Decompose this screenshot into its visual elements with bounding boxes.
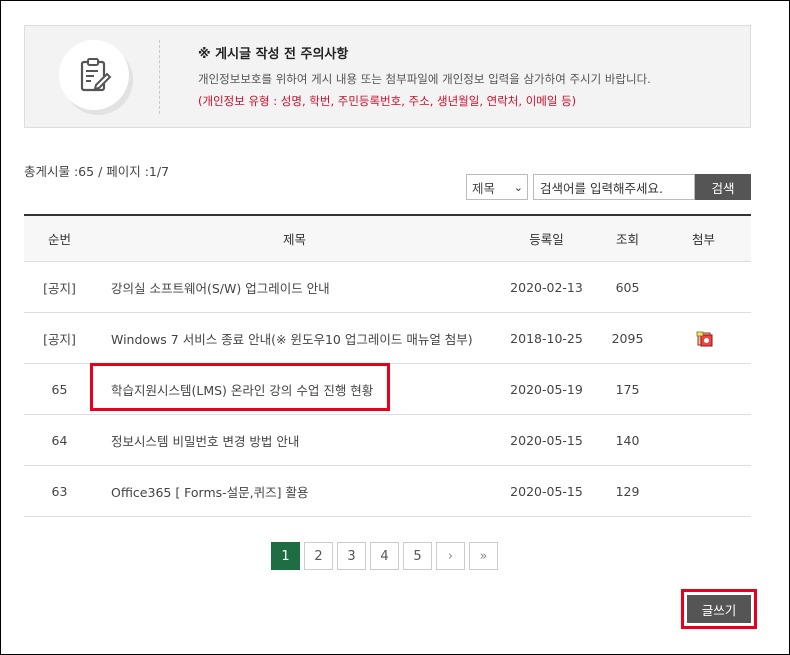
page-button-2[interactable]: 2: [304, 542, 333, 570]
page-button-5[interactable]: 5: [403, 542, 432, 570]
row-no: 65: [51, 381, 68, 397]
search-button[interactable]: 검색: [695, 174, 751, 200]
row-date: 2020-05-15: [510, 483, 583, 499]
write-post-button[interactable]: 글쓰기: [687, 595, 751, 623]
header-attach: 첨부: [691, 232, 715, 247]
page-button-4[interactable]: 4: [370, 542, 399, 570]
table-row[interactable]: 63 Office365 [ Forms-설문,퀴즈] 활용 2020-05-1…: [24, 466, 751, 517]
row-no: 63: [51, 483, 68, 499]
header-no: 순번: [47, 232, 71, 247]
page-button-1[interactable]: 1: [271, 542, 300, 570]
search-input[interactable]: 검색어를 입력해주세요.: [533, 174, 695, 200]
pagination: 1 2 3 4 5 › »: [271, 542, 498, 570]
notice-box: ※ 게시글 작성 전 주의사항 개인정보보호를 위하여 게시 내용 또는 첨부파…: [24, 25, 751, 128]
page-button-3[interactable]: 3: [337, 542, 366, 570]
row-no: [공지]: [43, 331, 76, 347]
board-table: 순번 제목 등록일 조회 첨부 [공지] 강의실 소프트웨어(S/W) 업그레이…: [24, 214, 751, 517]
last-page-button[interactable]: »: [469, 542, 498, 570]
notice-privacy-types: (개인정보 유형 : 성명, 학번, 주민등록번호, 주소, 생년월일, 연락처…: [198, 94, 577, 108]
row-attach: [656, 331, 751, 347]
chevron-down-icon: ⌄: [513, 180, 523, 194]
row-no: 64: [51, 432, 68, 448]
row-views: 129: [615, 483, 640, 499]
next-page-button[interactable]: ›: [436, 542, 465, 570]
row-no: [공지]: [43, 280, 76, 296]
row-date: 2020-05-19: [510, 381, 583, 397]
table-row[interactable]: 65 학습지원시스템(LMS) 온라인 강의 수업 진행 현황 2020-05-…: [24, 364, 751, 415]
header-date: 등록일: [529, 232, 564, 247]
row-title-link[interactable]: 정보시스템 비밀번호 변경 방법 안내: [95, 431, 494, 450]
row-date: 2020-05-15: [510, 432, 583, 448]
row-views: 140: [615, 432, 640, 448]
attachment-file-icon[interactable]: [696, 331, 712, 347]
header-title: 제목: [282, 232, 306, 247]
table-row[interactable]: [공지] Windows 7 서비스 종료 안내(※ 윈도우10 업그레이드 매…: [24, 313, 751, 364]
notice-title: ※ 게시글 작성 전 주의사항: [198, 47, 349, 62]
row-views: 2095: [611, 330, 644, 346]
search-field-select[interactable]: 제목 ⌄: [466, 174, 528, 200]
row-title-link[interactable]: 학습지원시스템(LMS) 온라인 강의 수업 진행 현황: [95, 380, 494, 399]
row-views: 605: [615, 279, 640, 295]
notice-divider: [159, 40, 160, 114]
row-date: 2020-02-13: [510, 279, 583, 295]
table-row[interactable]: 64 정보시스템 비밀번호 변경 방법 안내 2020-05-15 140: [24, 415, 751, 466]
row-title-link[interactable]: 강의실 소프트웨어(S/W) 업그레이드 안내: [95, 278, 494, 297]
row-title-link[interactable]: Office365 [ Forms-설문,퀴즈] 활용: [95, 482, 494, 501]
table-row[interactable]: [공지] 강의실 소프트웨어(S/W) 업그레이드 안내 2020-02-13 …: [24, 262, 751, 313]
search-field-value: 제목: [472, 180, 496, 196]
table-header: 순번 제목 등록일 조회 첨부: [24, 216, 751, 262]
clipboard-pen-icon: [59, 40, 129, 110]
row-views: 175: [615, 381, 640, 397]
search-placeholder: 검색어를 입력해주세요.: [540, 180, 663, 196]
notice-description: 개인정보보호를 위하여 게시 내용 또는 첨부파일에 개인정보 입력을 삼가하여…: [198, 72, 651, 86]
row-date: 2018-10-25: [510, 330, 583, 346]
post-count-summary: 총게시물 :65 / 페이지 :1/7: [24, 164, 170, 179]
row-title-link[interactable]: Windows 7 서비스 종료 안내(※ 윈도우10 업그레이드 매뉴얼 첨부…: [95, 329, 494, 348]
header-views: 조회: [615, 232, 639, 247]
